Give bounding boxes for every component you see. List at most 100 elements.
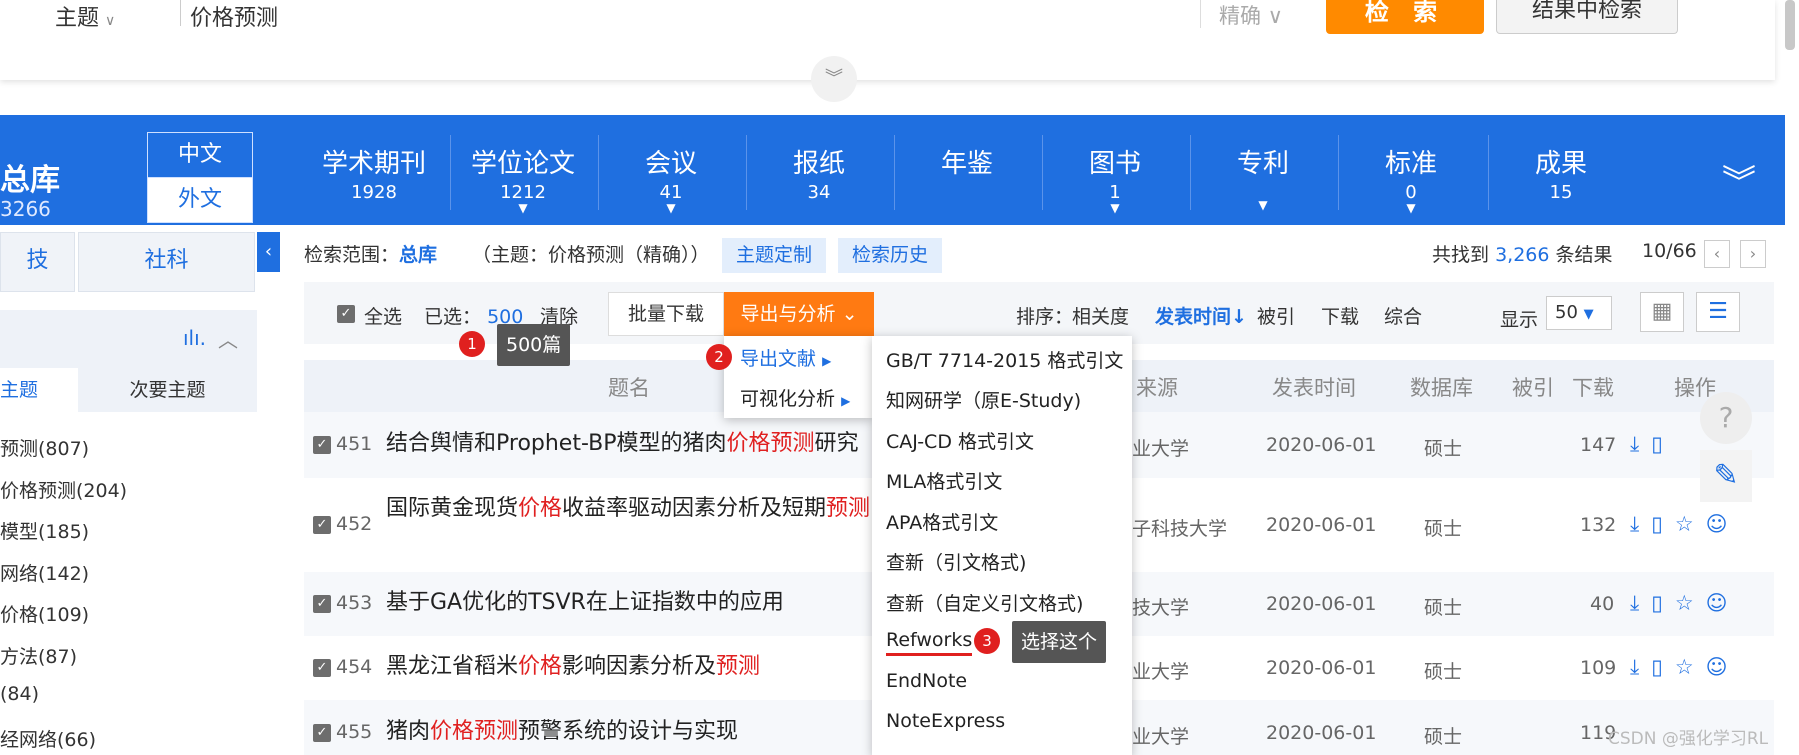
row-checkbox[interactable]: ✓ (313, 724, 331, 742)
search-button[interactable]: 检 索 (1326, 0, 1484, 34)
sort-overall[interactable]: 综合 (1384, 302, 1422, 329)
menu-item-endnote[interactable]: EndNote (886, 670, 967, 692)
annotation-tip-1: 500篇 (497, 324, 571, 366)
row-date: 2020-06-01 (1266, 434, 1377, 456)
facet-item[interactable]: (84) (0, 683, 39, 705)
search-input[interactable]: 价格预测 (190, 0, 278, 32)
caret-down-icon: ▼ (1406, 201, 1416, 215)
menu-item-novelty-custom[interactable]: 查新（自定义引文格式) (886, 589, 1083, 616)
row-title[interactable]: 黑龙江省稻米价格影响因素分析及预测 (386, 652, 760, 682)
row-checkbox[interactable]: ✓ (313, 595, 331, 613)
menu-item-gbt7714[interactable]: GB/T 7714-2015 格式引文 (886, 346, 1123, 373)
row-title[interactable]: 基于GA优化的TSVR在上证指数中的应用 (386, 588, 784, 618)
tab-conferences[interactable]: 会议 41 ▼ (597, 143, 745, 215)
search-in-results-button[interactable]: 结果中检索 (1496, 0, 1678, 34)
collapse-icon[interactable]: ︾ (811, 56, 857, 102)
tab-newspapers[interactable]: 报纸 34 (745, 143, 893, 215)
row-database: 硕士 (1424, 726, 1463, 748)
row-source[interactable]: 业大学 (1132, 722, 1189, 749)
sort-cited[interactable]: 被引 (1257, 302, 1295, 329)
expand-nav-icon[interactable]: ︾ (1722, 155, 1756, 204)
row-checkbox[interactable]: ✓ (313, 436, 331, 454)
facet-item[interactable]: 经网络(66) (0, 725, 96, 752)
scrollbar[interactable] (1785, 0, 1795, 50)
row-date: 2020-06-01 (1266, 657, 1377, 679)
menu-item-refworks[interactable]: Refworks (886, 629, 973, 656)
row-checkbox[interactable]: ✓ (313, 659, 331, 677)
sort-download[interactable]: 下载 (1321, 302, 1359, 329)
sort-relevance[interactable]: 相关度 (1072, 302, 1129, 329)
select-all-label[interactable]: 全选 (364, 302, 402, 329)
row-number: 455 (336, 721, 373, 743)
row-actions[interactable]: ⤓▯☆☺ (1630, 512, 1740, 537)
total-library-label[interactable]: 总库 (0, 155, 60, 199)
list-view-icon[interactable]: ☰ (1696, 292, 1740, 332)
menu-item-novelty-citation[interactable]: 查新（引文格式) (886, 548, 1026, 575)
select-all-checkbox[interactable]: ✓ (337, 305, 355, 323)
tab-journals[interactable]: 学术期刊 1928 (300, 143, 448, 215)
facet-item[interactable]: 价格(109) (0, 600, 89, 627)
search-history-button[interactable]: 检索历史 (838, 238, 943, 273)
divider (180, 0, 181, 26)
tab-standards[interactable]: 标准 0 ▼ (1337, 143, 1485, 215)
tab-yearbooks[interactable]: 年鉴 (893, 143, 1041, 215)
row-database: 硕士 (1424, 438, 1463, 460)
header-title: 题名 (608, 376, 650, 400)
row-checkbox[interactable]: ✓ (313, 516, 331, 534)
caret-down-icon: ▼ (666, 201, 676, 215)
bar-chart-icon[interactable]: ılı. (183, 326, 206, 350)
annotation-badge-3: 3 (974, 628, 1000, 654)
tab-books[interactable]: 图书 1 ▼ (1041, 143, 1189, 215)
tab-theses[interactable]: 学位论文 1212 ▼ (449, 143, 597, 215)
facet-item[interactable]: 网络(142) (0, 559, 89, 586)
menu-item-apa[interactable]: APA格式引文 (886, 508, 998, 535)
sort-date[interactable]: 发表时间↓ (1155, 302, 1247, 329)
export-analysis-button[interactable]: 导出与分析 ⌄ (724, 292, 874, 336)
row-actions[interactable]: ⤓▯☆☺ (1630, 591, 1740, 616)
tab-achievements[interactable]: 成果 15 (1487, 143, 1635, 215)
row-number: 454 (336, 656, 373, 678)
batch-download-button[interactable]: 批量下载 (608, 292, 724, 336)
category-social-science[interactable]: 社科 (78, 232, 255, 292)
menu-item-mla[interactable]: MLA格式引文 (886, 467, 1002, 494)
grid-view-icon[interactable]: ▦ (1640, 292, 1684, 332)
menu-item-cajcd[interactable]: CAJ-CD 格式引文 (886, 427, 1034, 454)
header-date: 发表时间 (1272, 376, 1356, 400)
menu-item-noteexpress[interactable]: NoteExpress (886, 710, 1005, 732)
row-title[interactable]: 结合舆情和Prophet-BP模型的猪肉价格预测研究 (386, 429, 859, 459)
search-bar: 主题 ∨ 价格预测 精确 ∨ 检 索 结果中检索 (0, 0, 1775, 80)
facet-item[interactable]: 价格预测(204) (0, 476, 127, 503)
search-scope-select[interactable]: 主题 ∨ (55, 0, 115, 32)
prev-page-button[interactable]: ‹ (1704, 240, 1730, 268)
row-actions[interactable]: ⤓▯☆☺ (1630, 655, 1740, 680)
row-downloads: 132 (1580, 514, 1617, 536)
tab-patents[interactable]: 专利 ▼ (1189, 143, 1337, 215)
facet-item[interactable]: 模型(185) (0, 517, 89, 544)
facet-item[interactable]: 方法(87) (0, 642, 77, 669)
chevron-up-icon[interactable]: ︿ (218, 324, 238, 353)
lang-foreign-tab[interactable]: 外文 (147, 177, 253, 223)
row-source[interactable]: 业大学 (1132, 657, 1189, 684)
menu-visual-analysis[interactable]: 可视化分析 ▶ (740, 384, 850, 411)
row-source[interactable]: 技大学 (1132, 593, 1189, 620)
row-source[interactable]: 子科技大学 (1132, 514, 1227, 541)
lang-chinese-tab[interactable]: 中文 (147, 132, 253, 178)
category-tech[interactable]: 技 (0, 232, 75, 292)
help-icon[interactable]: ? (1700, 392, 1752, 444)
menu-item-estudy[interactable]: 知网研学（原E-Study) (886, 386, 1081, 413)
facet-item[interactable]: 预测(807) (0, 434, 89, 461)
tab-main-topic[interactable]: 主题 (0, 368, 78, 412)
caret-down-icon: ▼ (518, 201, 528, 215)
row-source[interactable]: 业大学 (1132, 434, 1189, 461)
next-page-button[interactable]: › (1740, 240, 1766, 268)
precision-select[interactable]: 精确 ∨ (1200, 0, 1283, 28)
custom-topic-button[interactable]: 主题定制 (722, 238, 827, 273)
display-count-select[interactable]: 50 ▼ (1546, 296, 1612, 330)
tab-secondary-topic[interactable]: 次要主题 (78, 368, 257, 412)
row-actions[interactable]: ⤓▯ (1630, 432, 1675, 457)
edit-icon[interactable]: ✎ (1700, 450, 1752, 502)
menu-export-docs[interactable]: 导出文献 ▶ (740, 344, 831, 371)
row-title[interactable]: 国际黄金现货价格收益率驱动因素分析及短期预测 (386, 494, 876, 524)
row-title[interactable]: 猪肉价格预测预警系统的设计与实现 (386, 717, 738, 747)
collapse-left-icon[interactable]: ‹ (257, 232, 280, 272)
